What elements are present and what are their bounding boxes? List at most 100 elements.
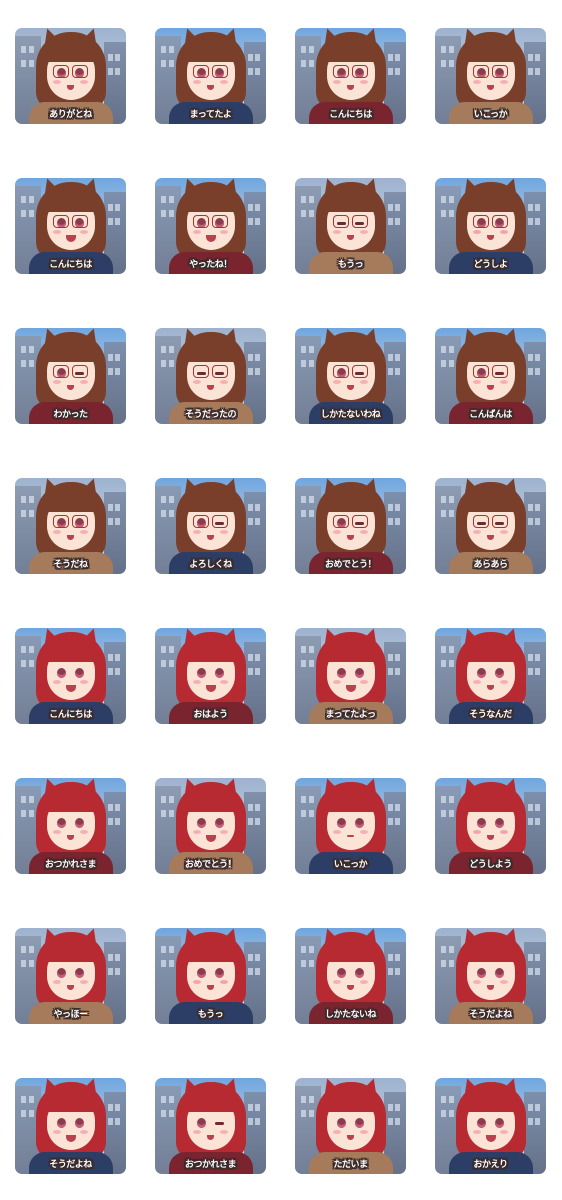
building-window <box>169 496 174 503</box>
character-blush <box>500 830 508 834</box>
building-window <box>21 496 26 503</box>
building-window <box>115 668 120 675</box>
sticker-tile[interactable]: あらあら <box>435 478 546 574</box>
sticker-label: よろしくね <box>189 560 232 570</box>
building-window <box>108 1118 113 1125</box>
character-blush <box>193 530 201 534</box>
sticker-tile[interactable]: おつかれさま <box>155 1078 266 1174</box>
building-window <box>29 360 34 367</box>
character-blush <box>333 1130 341 1134</box>
sticker-tile[interactable]: ただいま <box>295 1078 406 1174</box>
building-window <box>161 346 166 353</box>
building-window <box>115 1118 120 1125</box>
sticker-tile[interactable]: おめでとう！ <box>155 778 266 874</box>
building-window <box>388 368 393 375</box>
glasses-icon <box>492 515 508 528</box>
sticker-tile[interactable]: おはよう <box>155 628 266 724</box>
sticker-tile[interactable]: しかたないわね <box>295 328 406 424</box>
character-bangs <box>324 44 377 62</box>
sticker-tile[interactable]: もうっ <box>155 928 266 1024</box>
sticker-tile[interactable]: こんばんは <box>435 328 546 424</box>
building-window <box>108 354 113 361</box>
glasses-icon <box>473 215 489 228</box>
character-bangs <box>184 344 237 362</box>
sticker-tile[interactable]: いこっか <box>295 778 406 874</box>
building-window <box>309 360 314 367</box>
sticker-label: やっほー <box>53 1010 88 1020</box>
character-blush <box>80 380 88 384</box>
sticker-tile[interactable]: いこっか <box>435 28 546 124</box>
sticker-tile[interactable]: よろしくね <box>155 478 266 574</box>
building-window <box>248 1118 253 1125</box>
sticker-label: おつかれさま <box>44 860 97 870</box>
building-window <box>255 54 260 61</box>
building-window <box>395 68 400 75</box>
sticker-tile[interactable]: おつかれさま <box>15 778 126 874</box>
building-window <box>301 510 306 517</box>
building-window <box>441 960 446 967</box>
building-window <box>169 46 174 53</box>
building-window <box>309 496 314 503</box>
character-eye <box>75 818 84 828</box>
sticker-tile[interactable]: わかった <box>15 328 126 424</box>
building-window <box>161 960 166 967</box>
sticker-tile[interactable]: こんにちは <box>15 178 126 274</box>
building-window <box>115 218 120 225</box>
building-window <box>388 654 393 661</box>
building-window <box>108 68 113 75</box>
character-blush <box>53 680 61 684</box>
character-blush <box>360 1130 368 1134</box>
sticker-tile[interactable]: そうだね <box>15 478 126 574</box>
character-blush <box>360 80 368 84</box>
character-blush <box>500 530 508 534</box>
building-window <box>29 46 34 53</box>
glasses-icon <box>193 365 209 378</box>
character-eye <box>57 668 66 678</box>
sticker-label: おはよう <box>193 710 228 720</box>
sticker-tile[interactable]: おかえり <box>435 1078 546 1174</box>
sticker-label: しかたないわね <box>320 410 381 420</box>
character-blush <box>333 80 341 84</box>
sticker-label: おめでとう！ <box>184 860 237 870</box>
sticker-tile[interactable]: こんにちは <box>295 28 406 124</box>
sticker-tile[interactable]: どうしよ <box>435 178 546 274</box>
building-window <box>301 360 306 367</box>
character-eye <box>495 968 504 978</box>
sticker-tile[interactable]: まってたよ <box>155 28 266 124</box>
sticker-tile[interactable]: ありがとね <box>15 28 126 124</box>
sticker-grid: ありがとね まってたよ こんにちは いこっか こんにちは やったね！ もうっ どうしよ わかった… <box>0 0 562 1200</box>
building-window <box>248 1104 253 1111</box>
building-window <box>388 668 393 675</box>
sticker-tile[interactable]: もうっ <box>295 178 406 274</box>
character-blush <box>360 680 368 684</box>
character-bangs <box>464 344 517 362</box>
character-blush <box>193 830 201 834</box>
character-blush <box>500 230 508 234</box>
sticker-tile[interactable]: おめでとう！ <box>295 478 406 574</box>
sticker-label: わかった <box>53 410 88 420</box>
building-window <box>108 654 113 661</box>
sticker-tile[interactable]: やっほー <box>15 928 126 1024</box>
sticker-tile[interactable]: どうしよう <box>435 778 546 874</box>
building-window <box>535 804 540 811</box>
building-window <box>441 1110 446 1117</box>
sticker-tile[interactable]: しかたないね <box>295 928 406 1024</box>
building-window <box>388 954 393 961</box>
building-window <box>115 354 120 361</box>
building-window <box>388 818 393 825</box>
character-blush <box>333 830 341 834</box>
sticker-tile[interactable]: こんにちは <box>15 628 126 724</box>
sticker-tile[interactable]: そうだよね <box>435 928 546 1024</box>
sticker-tile[interactable]: やったね！ <box>155 178 266 274</box>
sticker-label: そうだね <box>53 560 88 570</box>
sticker-tile[interactable]: そうだったの <box>155 328 266 424</box>
building-window <box>161 196 166 203</box>
building-window <box>395 218 400 225</box>
sticker-tile[interactable]: そうだよね <box>15 1078 126 1174</box>
building-window <box>301 810 306 817</box>
building-window <box>108 968 113 975</box>
sticker-tile[interactable]: まってたよっ <box>295 628 406 724</box>
building-window <box>535 518 540 525</box>
sticker-tile[interactable]: そうなんだ <box>435 628 546 724</box>
character-blush <box>80 830 88 834</box>
